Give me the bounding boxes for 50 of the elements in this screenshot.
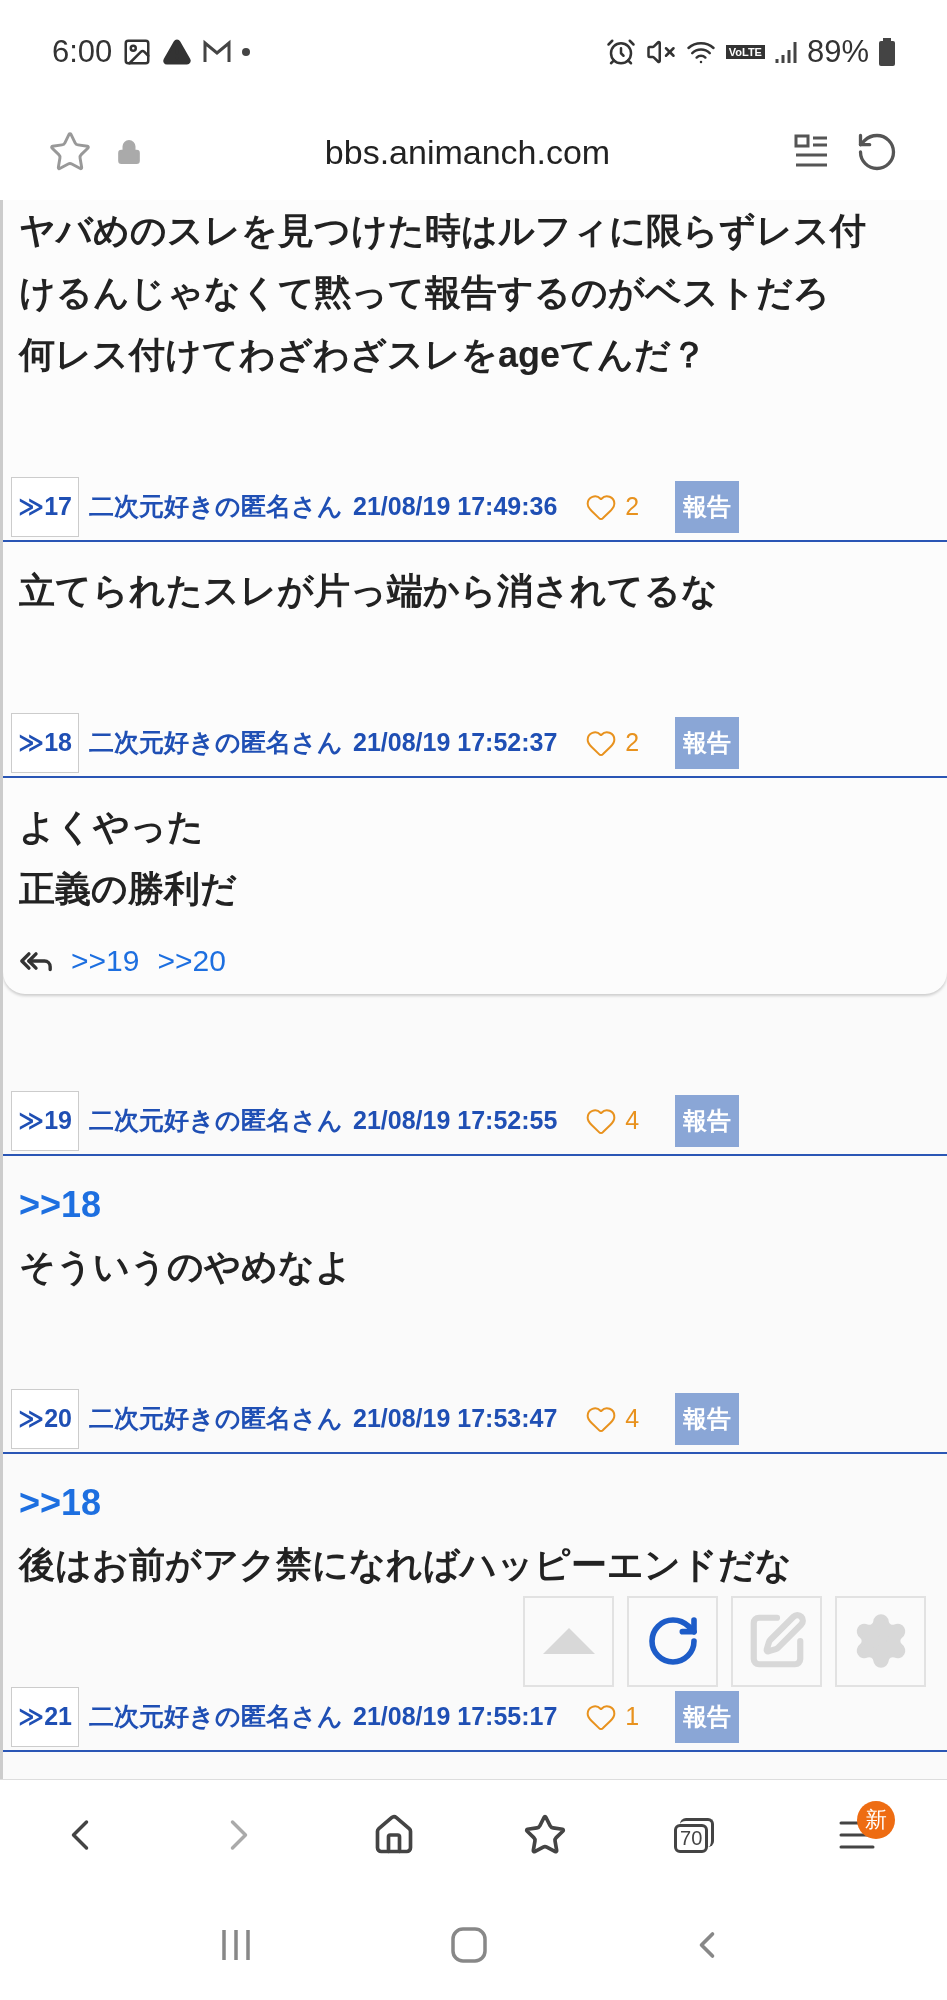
- post-datetime: 21/08/19 17:53:47: [353, 1404, 558, 1434]
- battery-icon: [879, 38, 895, 67]
- reply-link[interactable]: >>19: [71, 943, 140, 978]
- post-text: 立てられたスレが片っ端から消されてるな: [19, 568, 719, 613]
- clock: 6:00: [52, 34, 113, 71]
- author-name: 二次元好きの匿名さん: [89, 1403, 343, 1435]
- author-name: 二次元好きの匿名さん: [89, 491, 343, 523]
- post-text: ヤバめのスレを見つけた時はルフィに限らずレス付: [19, 208, 867, 253]
- menu-button[interactable]: 新: [817, 1797, 898, 1874]
- post-text: 何レス付けてわざわざスレをageてんだ？: [19, 332, 709, 377]
- like-count: 2: [625, 728, 640, 758]
- like-count: 2: [625, 492, 640, 522]
- reload-button[interactable]: [627, 1595, 718, 1687]
- url-text[interactable]: bbs.animanch.com: [166, 132, 769, 172]
- reply-anchor[interactable]: >>18: [19, 1173, 931, 1236]
- new-badge: 新: [857, 1801, 896, 1840]
- post-number[interactable]: ≫20: [11, 1388, 79, 1449]
- post-datetime: 21/08/19 17:49:36: [353, 492, 558, 522]
- author-name: 二次元好きの匿名さん: [89, 727, 343, 759]
- post-number[interactable]: ≫19: [11, 1090, 79, 1151]
- post-text: 正義の勝利だ: [19, 866, 238, 911]
- reply-anchor[interactable]: >>18: [19, 1471, 931, 1534]
- report-button[interactable]: 報告: [675, 1094, 740, 1147]
- report-button[interactable]: 報告: [675, 480, 740, 533]
- post-datetime: 21/08/19 17:55:17: [353, 1702, 558, 1732]
- like-count: 1: [625, 1702, 640, 1732]
- network-label: VoLTE: [725, 45, 765, 60]
- home-nav-icon[interactable]: [450, 1926, 489, 1964]
- image-icon: [122, 37, 153, 68]
- battery-level: 89%: [806, 34, 869, 71]
- post-number[interactable]: ≫17: [11, 476, 79, 537]
- post-text: よくやった: [19, 804, 205, 849]
- reply-link[interactable]: >>20: [157, 943, 226, 978]
- author-name: 二次元好きの匿名さん: [89, 1105, 343, 1137]
- report-button[interactable]: 報告: [675, 1392, 740, 1445]
- post-number[interactable]: ≫21: [11, 1686, 79, 1747]
- report-button[interactable]: 報告: [675, 1690, 740, 1743]
- like-count: 4: [625, 1106, 640, 1136]
- lock-icon: [116, 139, 142, 166]
- author-name: 二次元好きの匿名さん: [89, 1701, 343, 1733]
- post-text: けるんじゃなくて黙って報告するのがベストだろ: [19, 270, 831, 315]
- post-datetime: 21/08/19 17:52:37: [353, 728, 558, 758]
- like-count: 4: [625, 1404, 640, 1434]
- report-button[interactable]: 報告: [675, 716, 740, 769]
- post-text: 後はお前がアク禁になればハッピーエンドだな: [19, 1542, 793, 1587]
- dot-icon: [242, 48, 251, 57]
- post-number[interactable]: ≫18: [11, 712, 79, 773]
- post-datetime: 21/08/19 17:52:55: [353, 1106, 558, 1136]
- signal-icon: [774, 39, 797, 66]
- post-text: そういうのやめなよ: [19, 1244, 353, 1289]
